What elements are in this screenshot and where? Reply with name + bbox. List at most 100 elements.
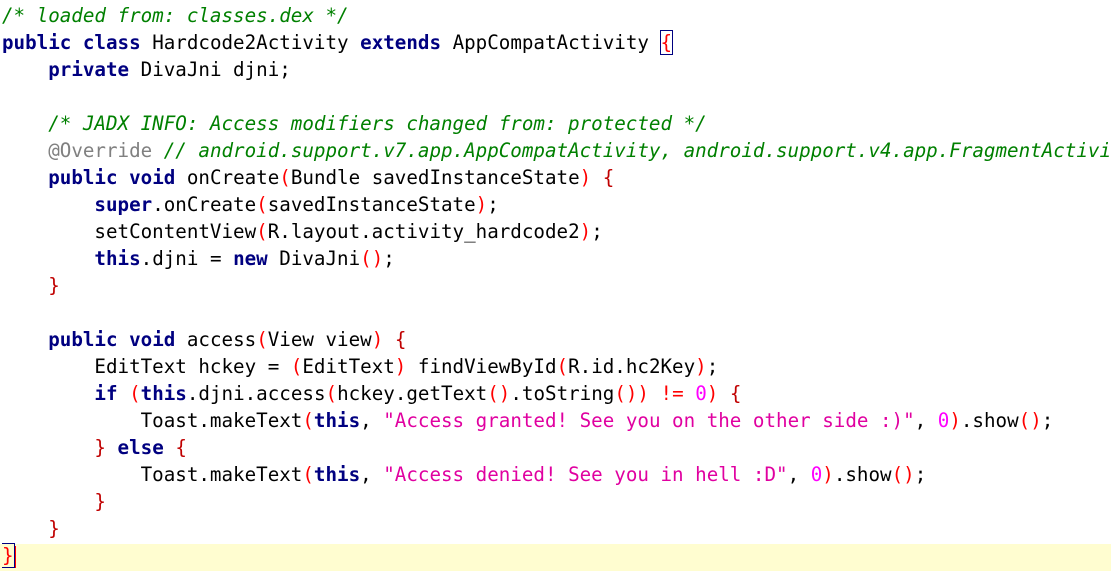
code-token: { bbox=[602, 166, 615, 189]
code-line[interactable]: } bbox=[2, 488, 1111, 515]
code-token: ( bbox=[129, 382, 141, 405]
code-line[interactable]: } bbox=[2, 542, 1111, 569]
code-editor[interactable]: /* loaded from: classes.dex */public cla… bbox=[0, 0, 1111, 578]
code-token: R.layout.activity_hardcode2 bbox=[267, 220, 580, 243]
code-token: ( bbox=[256, 328, 268, 351]
code-line[interactable]: this.djni = new DivaJni(); bbox=[2, 245, 1111, 272]
code-token: () bbox=[1018, 409, 1042, 432]
code-line[interactable] bbox=[2, 299, 1111, 326]
code-token: } bbox=[48, 517, 60, 540]
code-token: , bbox=[360, 409, 384, 432]
code-line[interactable]: } bbox=[2, 515, 1111, 542]
code-token: ; bbox=[914, 463, 927, 486]
code-token: private bbox=[48, 58, 130, 81]
code-token: ( bbox=[302, 409, 314, 432]
code-token: ()) bbox=[614, 382, 649, 405]
code-token: ( bbox=[256, 193, 268, 216]
code-token: () bbox=[360, 247, 384, 270]
code-line[interactable]: /* JADX INFO: Access modifiers changed f… bbox=[2, 110, 1111, 137]
code-line[interactable]: public void access(View view) { bbox=[2, 326, 1111, 353]
code-token: ) bbox=[706, 382, 719, 405]
code-token: .toString bbox=[510, 382, 615, 405]
code-token: extends bbox=[360, 31, 442, 54]
code-token: () bbox=[487, 382, 511, 405]
code-token: onCreate bbox=[175, 166, 280, 189]
code-token: // android.support.v7.app.AppCompatActiv… bbox=[163, 139, 1111, 162]
code-token: } bbox=[94, 436, 106, 459]
code-line[interactable]: private DivaJni djni; bbox=[2, 56, 1111, 83]
code-line[interactable]: Toast.makeText(this, "Access granted! Se… bbox=[2, 407, 1111, 434]
code-token: findViewById bbox=[406, 355, 557, 378]
code-token: Toast.makeText bbox=[2, 463, 303, 486]
code-token: ( bbox=[256, 220, 268, 243]
code-line[interactable]: } else { bbox=[2, 434, 1111, 461]
code-token: } bbox=[48, 274, 60, 297]
code-token: { bbox=[659, 30, 674, 55]
code-token: savedInstanceState bbox=[267, 193, 476, 216]
code-token: } bbox=[94, 490, 106, 513]
code-line[interactable]: public class Hardcode2Activity extends A… bbox=[2, 29, 1111, 56]
code-line[interactable]: } bbox=[2, 272, 1111, 299]
code-token: != bbox=[660, 382, 684, 405]
code-line[interactable]: public void onCreate(Bundle savedInstanc… bbox=[2, 164, 1111, 191]
code-token: } bbox=[2, 543, 15, 568]
code-token: this bbox=[313, 409, 361, 432]
code-token: AppCompatActivity bbox=[441, 31, 661, 54]
code-token: void bbox=[129, 328, 176, 351]
code-token: ; bbox=[591, 220, 603, 243]
code-token: ) bbox=[695, 355, 707, 378]
code-token: @Override bbox=[48, 139, 153, 162]
code-token: ) bbox=[579, 220, 592, 243]
code-token: "Access granted! See you on the other si… bbox=[383, 409, 915, 432]
code-line[interactable]: super.onCreate(savedInstanceState); bbox=[2, 191, 1111, 218]
code-token: , bbox=[914, 409, 938, 432]
code-token: , bbox=[787, 463, 811, 486]
code-token: .show bbox=[960, 409, 1019, 432]
code-token: EditText bbox=[302, 355, 395, 378]
code-token: new bbox=[233, 247, 268, 270]
code-token: DivaJni djni; bbox=[129, 58, 291, 81]
code-token: public bbox=[48, 166, 118, 189]
code-token: "Access denied! See you in hell :D" bbox=[383, 463, 788, 486]
code-line[interactable]: EditText hckey = (EditText) findViewById… bbox=[2, 353, 1111, 380]
code-token: Toast.makeText bbox=[2, 409, 303, 432]
code-line[interactable]: Toast.makeText(this, "Access denied! See… bbox=[2, 461, 1111, 488]
code-line[interactable]: @Override // android.support.v7.app.AppC… bbox=[2, 137, 1111, 164]
code-token: Hardcode2Activity bbox=[140, 31, 361, 54]
code-token: ( bbox=[302, 463, 314, 486]
code-token: 0 bbox=[810, 463, 823, 486]
code-token: .djni = bbox=[140, 247, 234, 270]
code-token: /* JADX INFO: Access modifiers changed f… bbox=[48, 112, 707, 135]
code-line[interactable]: /* loaded from: classes.dex */ bbox=[2, 2, 1111, 29]
code-token: setContentView bbox=[2, 220, 257, 243]
code-token: ) bbox=[371, 328, 384, 351]
code-token: { bbox=[729, 382, 742, 405]
code-token: this bbox=[313, 463, 361, 486]
code-line[interactable] bbox=[2, 83, 1111, 110]
code-token: ) bbox=[579, 166, 592, 189]
code-token: Bundle savedInstanceState bbox=[290, 166, 580, 189]
code-token: , bbox=[360, 463, 384, 486]
code-line[interactable]: setContentView(R.layout.activity_hardcod… bbox=[2, 218, 1111, 245]
code-line[interactable]: if (this.djni.access(hckey.getText().toS… bbox=[2, 380, 1111, 407]
